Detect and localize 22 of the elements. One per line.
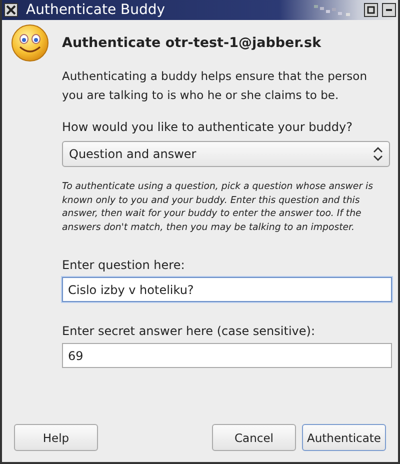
close-icon: [6, 5, 16, 15]
maximize-button[interactable]: [364, 3, 378, 17]
method-dropdown[interactable]: Question and answer: [62, 141, 390, 167]
method-label: How would you like to authenticate your buddy?: [62, 120, 354, 134]
dialog-heading: Authenticate otr-test-1@jabber.sk: [62, 35, 322, 51]
answer-label: Enter secret answer here (case sensitive):: [62, 324, 316, 338]
dialog-button[interactable]: Help: [14, 424, 98, 451]
updown-icon: [373, 147, 383, 161]
question-field[interactable]: Cislo izby v hoteliku?: [62, 277, 392, 302]
dialog-button[interactable]: Cancel: [212, 424, 296, 451]
smiley-icon: [10, 23, 50, 63]
maximize-icon: [366, 5, 376, 15]
dialog-button[interactable]: Authenticate: [302, 424, 386, 451]
answer-field[interactable]: 69: [62, 343, 392, 368]
instructions-text: To authenticate using a question, pick a question whose answer is known only to you and your buddy. Enter this question and this answer, then wait for your buddy to enter the answer too. If the answers don't match, then you may be talking to an imposter.: [62, 180, 374, 234]
minimize-icon: [386, 9, 392, 11]
minimize-button[interactable]: [382, 3, 396, 17]
intro-text: Authenticating a buddy helps ensure that the person you are talking to is who he or she claims to be.: [62, 68, 368, 104]
dots-pattern-icon: [314, 4, 350, 16]
question-label: Enter question here:: [62, 258, 186, 272]
close-button[interactable]: [4, 3, 18, 17]
window-title: Authenticate Buddy: [26, 2, 166, 18]
